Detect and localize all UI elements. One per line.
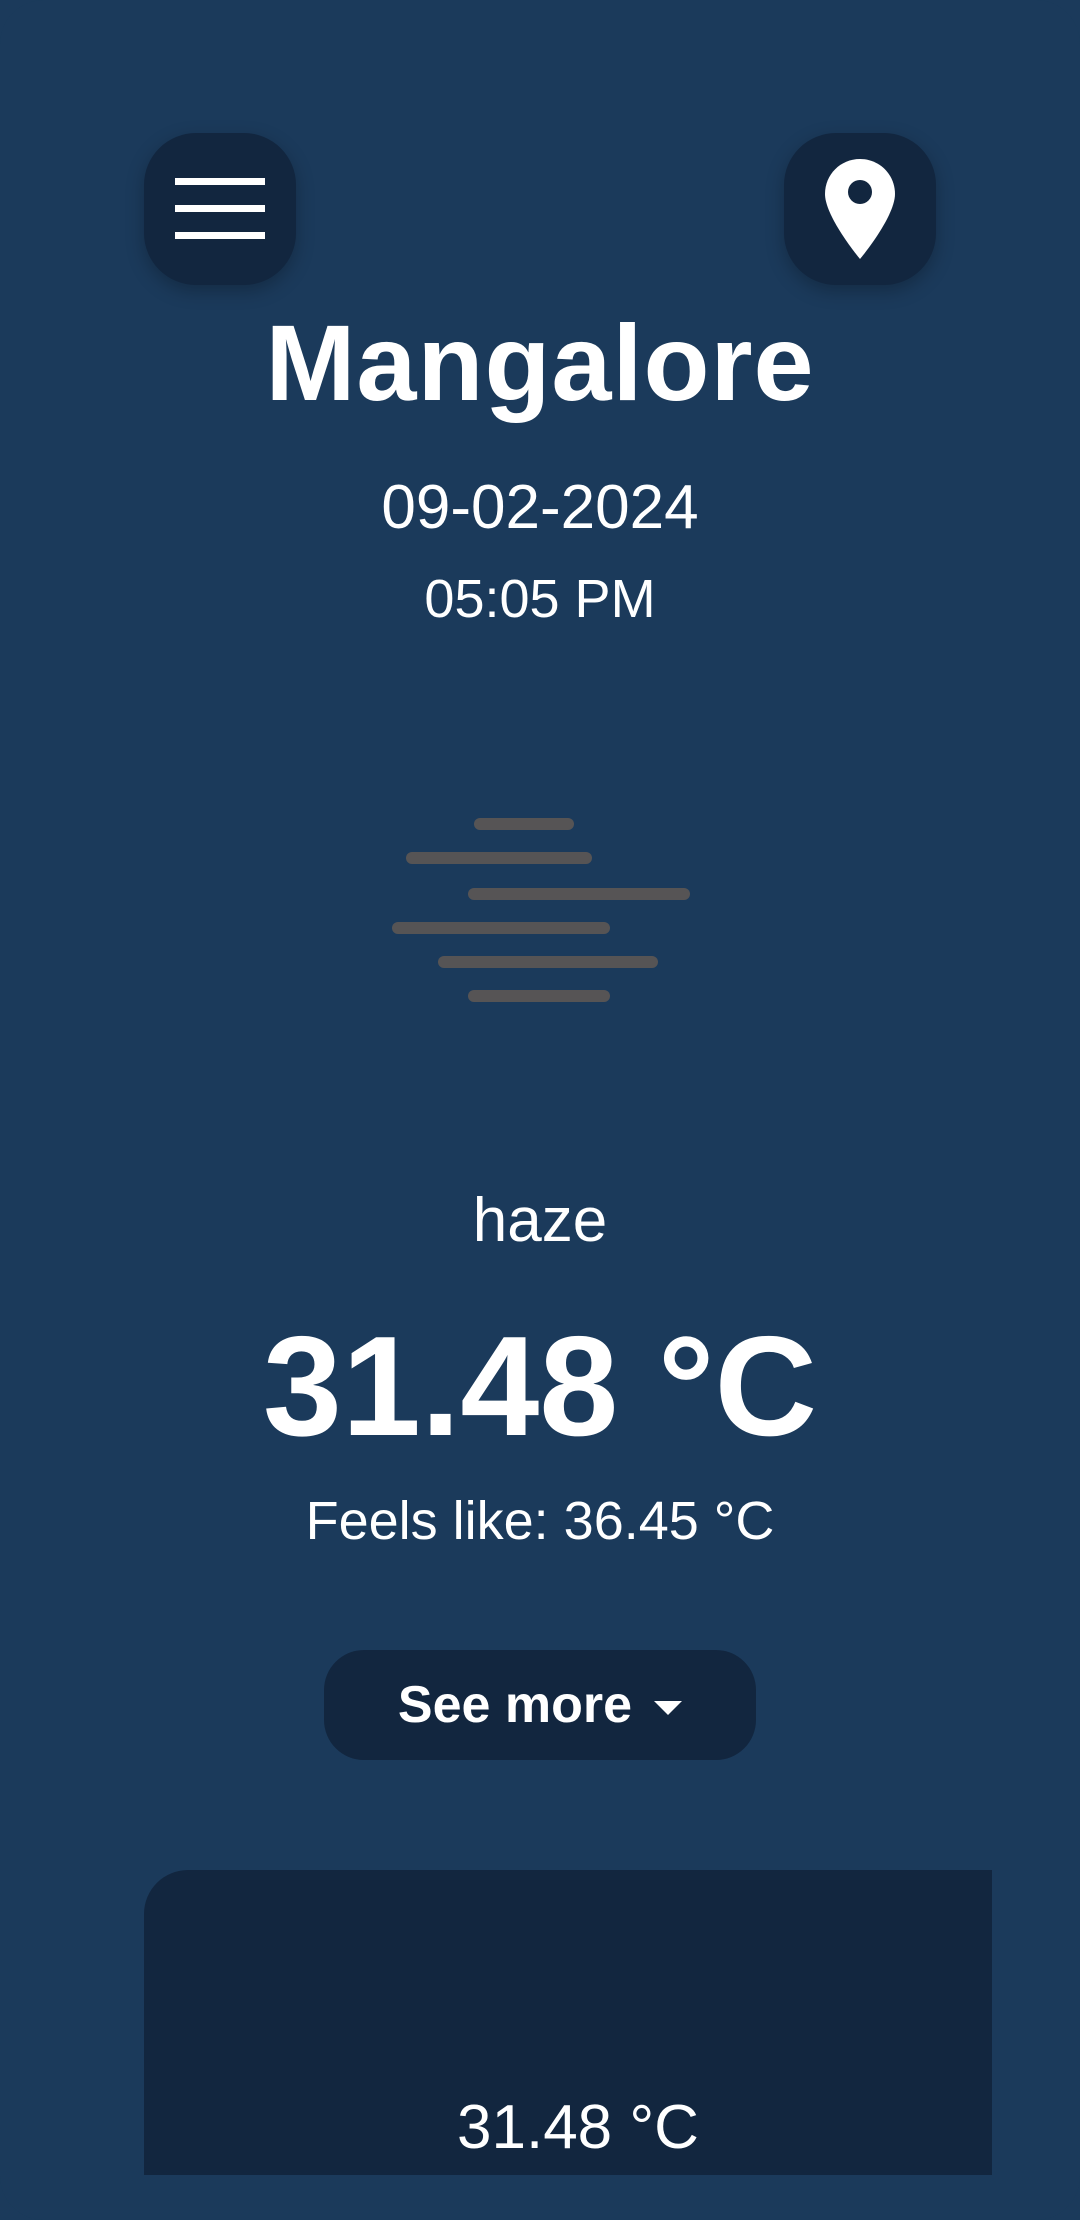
city-name: Mangalore — [265, 302, 815, 423]
map-pin-icon — [825, 159, 895, 259]
location-button[interactable] — [784, 133, 936, 285]
current-temperature: 31.48 °C — [262, 1307, 818, 1466]
time-label: 05:05 PM — [424, 569, 656, 629]
forecast-card-temperature: 31.48 °C — [457, 2093, 699, 2162]
caret-down-icon — [654, 1701, 683, 1715]
weather-screen: Mangalore 09-02-2024 05:05 PM haze 31.48… — [0, 0, 1080, 2220]
menu-button[interactable] — [144, 133, 296, 285]
haze-icon — [392, 818, 690, 1002]
date-label: 09-02-2024 — [381, 473, 699, 542]
see-more-label: See more — [397, 1676, 633, 1734]
see-more-button[interactable]: See more — [324, 1650, 756, 1760]
weather-condition: haze — [472, 1186, 608, 1255]
hamburger-menu-icon — [175, 178, 265, 239]
feels-like-temperature: Feels like: 36.45 °C — [305, 1491, 775, 1551]
